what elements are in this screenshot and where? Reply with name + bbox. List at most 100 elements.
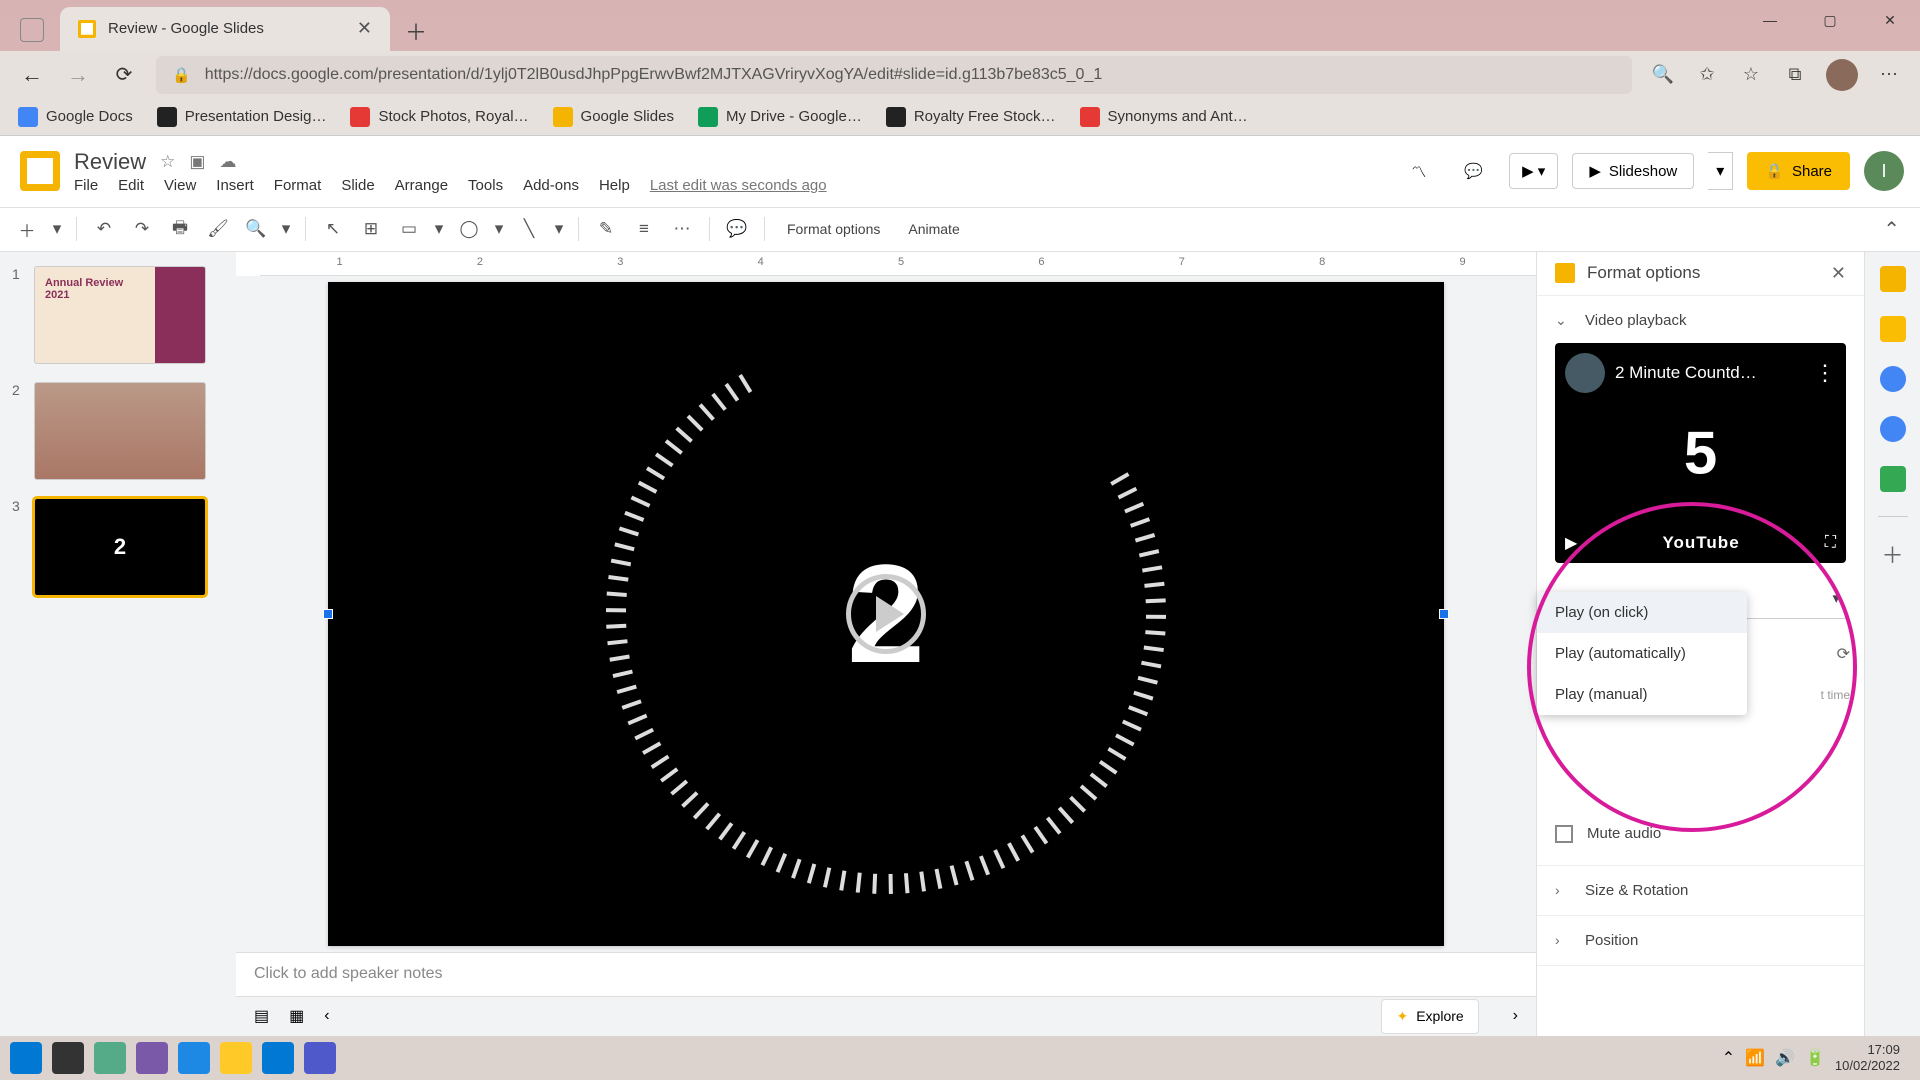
nav-forward-button[interactable]: → [64,62,92,88]
slideshow-button[interactable]: ▶Slideshow [1572,153,1694,189]
position-section[interactable]: › Position [1555,932,1846,949]
shape-tool[interactable]: ◯ [454,214,484,244]
play-option-onclick[interactable]: Play (on click) [1537,592,1747,633]
select-tool[interactable]: ↖ [318,214,348,244]
shape-dropdown[interactable]: ▾ [492,214,506,244]
tray-chevron-icon[interactable]: ⌃ [1722,1048,1735,1068]
paint-format-button[interactable]: 🖌 [203,214,233,244]
edge-icon[interactable] [178,1042,210,1074]
start-button[interactable] [10,1042,42,1074]
comments-icon[interactable]: 💬 [1452,154,1495,188]
outlook-icon[interactable] [262,1042,294,1074]
menu-view[interactable]: View [164,177,196,194]
line-dropdown[interactable]: ▾ [552,214,566,244]
resize-handle-left[interactable] [323,609,333,619]
play-icon[interactable]: ▶ [1565,533,1577,553]
task-view-button[interactable] [94,1042,126,1074]
zoom-button[interactable]: 🔍 [241,214,271,244]
play-option-manual[interactable]: Play (manual) [1537,674,1747,715]
filmstrip-view-button[interactable]: ▤ [254,1006,269,1026]
bookmark-item[interactable]: Presentation Desig… [157,107,327,127]
move-icon[interactable]: ▣ [189,152,205,172]
thumbnail-item[interactable]: 3 2 [12,498,224,596]
add-addon-button[interactable]: ＋ [1880,541,1906,567]
account-avatar[interactable]: I [1864,151,1904,191]
line-tool[interactable]: ╲ [514,214,544,244]
size-rotation-section[interactable]: › Size & Rotation [1555,882,1846,899]
slide-canvas[interactable]: 2 [328,282,1444,946]
menu-tools[interactable]: Tools [468,177,503,194]
textbox-tool[interactable]: ⊞ [356,214,386,244]
comment-button[interactable]: 💬 [722,214,752,244]
star-icon[interactable]: ☆ [160,152,175,172]
star-bookmark-icon[interactable]: ✩ [1694,62,1720,88]
window-minimize-button[interactable]: — [1740,0,1800,40]
undo-button[interactable]: ↶ [89,214,119,244]
zoom-dropdown[interactable]: ▾ [279,214,293,244]
search-button[interactable] [52,1042,84,1074]
slides-logo-icon[interactable] [20,151,60,191]
url-field[interactable]: 🔒 https://docs.google.com/presentation/d… [156,56,1632,94]
collections-icon[interactable]: ⧉ [1782,62,1808,88]
collapse-panel-button[interactable]: ‹ [324,1007,329,1025]
menu-arrange[interactable]: Arrange [395,177,448,194]
new-slide-button[interactable]: ＋ [12,214,42,244]
video-playback-section[interactable]: ⌄ Video playback [1555,312,1846,329]
window-maximize-button[interactable]: ▢ [1800,0,1860,40]
panel-close-button[interactable]: ✕ [1831,263,1846,284]
new-tab-button[interactable]: ＋ [396,11,436,51]
last-edit-link[interactable]: Last edit was seconds ago [650,177,827,194]
browser-tab[interactable]: Review - Google Slides ✕ [60,7,390,51]
chat-button[interactable] [136,1042,168,1074]
tasks-icon[interactable] [1880,366,1906,392]
favorites-icon[interactable]: ☆ [1738,62,1764,88]
calendar-icon[interactable] [1880,266,1906,292]
reset-time-button[interactable]: ⟳ [1837,644,1850,664]
nav-back-button[interactable]: ← [18,62,46,88]
mute-audio-checkbox[interactable]: Mute audio [1555,819,1846,849]
window-close-button[interactable]: ✕ [1860,0,1920,40]
bookmark-item[interactable]: Royalty Free Stock… [886,107,1056,127]
bookmark-item[interactable]: Stock Photos, Royal… [350,107,528,127]
video-preview[interactable]: 2 Minute Countd… ⋮ 5 ▶ YouTube ⛶ [1555,343,1846,563]
system-clock[interactable]: 17:09 10/02/2022 [1835,1042,1910,1073]
browser-profile-avatar[interactable] [1826,59,1858,91]
menu-help[interactable]: Help [599,177,630,194]
share-button[interactable]: 🔒Share [1747,152,1850,190]
maps-icon[interactable] [1880,466,1906,492]
menu-file[interactable]: File [74,177,98,194]
menu-slide[interactable]: Slide [341,177,374,194]
menu-addons[interactable]: Add-ons [523,177,579,194]
image-dropdown[interactable]: ▾ [432,214,446,244]
redo-button[interactable]: ↷ [127,214,157,244]
next-page-button[interactable]: › [1513,1007,1518,1025]
teams-icon[interactable] [304,1042,336,1074]
menu-insert[interactable]: Insert [216,177,254,194]
play-overlay-icon[interactable] [846,574,926,654]
animate-button[interactable]: Animate [898,214,969,244]
thumbnail-item[interactable]: 1 Annual Review 2021 [12,266,224,364]
tab-overview-button[interactable] [20,18,44,42]
present-dropdown[interactable]: ▶ ▾ [1509,153,1558,189]
border-color-button[interactable]: ✎ [591,214,621,244]
volume-icon[interactable]: 🔊 [1775,1048,1795,1068]
border-dash-button[interactable]: ⋯ [667,214,697,244]
speaker-notes[interactable]: Click to add speaker notes [236,952,1536,996]
activity-icon[interactable]: 〽 [1399,153,1438,190]
explore-button[interactable]: ✦Explore [1381,999,1478,1034]
zoom-icon[interactable]: 🔍 [1650,62,1676,88]
menu-format[interactable]: Format [274,177,322,194]
resize-handle-right[interactable] [1439,609,1449,619]
grid-view-button[interactable]: ▦ [289,1006,304,1026]
video-object[interactable]: 2 [328,282,1444,946]
keep-icon[interactable] [1880,316,1906,342]
battery-icon[interactable]: 🔋 [1805,1048,1825,1068]
youtube-logo[interactable]: YouTube [1662,533,1739,553]
collapse-toolbar-button[interactable]: ⌃ [1883,217,1908,242]
format-options-button[interactable]: Format options [777,214,890,244]
bookmark-item[interactable]: Synonyms and Ant… [1080,107,1248,127]
new-slide-dropdown[interactable]: ▾ [50,214,64,244]
fullscreen-icon[interactable]: ⛶ [1825,534,1836,552]
menu-edit[interactable]: Edit [118,177,144,194]
bookmark-item[interactable]: My Drive - Google… [698,107,862,127]
